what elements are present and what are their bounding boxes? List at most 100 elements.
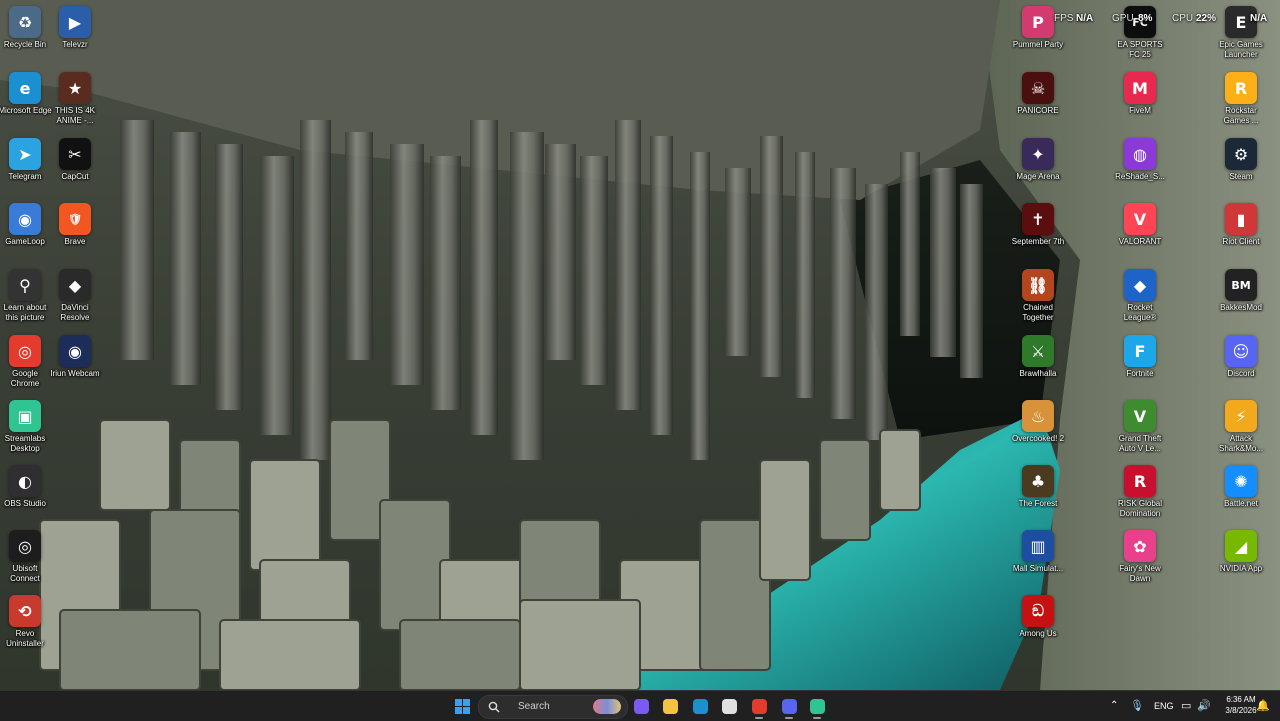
notification-bell-icon[interactable]: 🔔	[1256, 699, 1270, 712]
desktop-icon-the-forest[interactable]: ♣ The Forest	[1010, 465, 1066, 509]
desktop-icon-ubisoft[interactable]: ◎ Ubisoft Connect	[0, 530, 53, 583]
reshade-icon: ◍	[1124, 138, 1156, 170]
taskbar-search-box[interactable]: Search	[478, 695, 628, 719]
search-highlight-image[interactable]	[593, 699, 621, 714]
desktop-icon-davinci-resolve[interactable]: ◆ DaVinci Resolve	[47, 269, 103, 322]
desktop-icon-discord[interactable]: ☺ Discord	[1213, 335, 1269, 379]
desktop-icon-mall-simulator[interactable]: ▥ Mall Simulat...	[1010, 530, 1066, 574]
desktop-icon-revo-uninstaller[interactable]: ⟲ Revo Uninstaller	[0, 595, 53, 648]
chrome-icon: ◎	[9, 335, 41, 367]
desktop-icon-label: Fairy's New Dawn	[1119, 564, 1161, 583]
desktop-icon-label: Riot Client	[1222, 237, 1260, 246]
desktop-icon-rockstar[interactable]: R Rockstar Games ...	[1213, 72, 1269, 125]
basalt-column	[725, 168, 751, 356]
desktop-icon-telegram[interactable]: ➤ Telegram	[0, 138, 53, 182]
desktop-icon-gameloop[interactable]: ◉ GameLoop	[0, 203, 53, 247]
fairys-new-dawn-icon: ✿	[1124, 530, 1156, 562]
desktop-icon-chrome[interactable]: ◎ Google Chrome	[0, 335, 53, 388]
taskbar-copilot[interactable]	[630, 696, 652, 716]
taskbar-chrome[interactable]	[748, 696, 770, 719]
desktop-icon-label: Telegram	[8, 172, 42, 181]
taskbar-edge[interactable]	[689, 696, 711, 716]
language-indicator[interactable]: ENG	[1154, 701, 1174, 711]
taskbar-microsoft-store[interactable]	[718, 696, 740, 716]
desktop-icon-label: Microsoft Edge	[0, 106, 52, 115]
desktop-icon-chained-together[interactable]: ⛓ Chained Together	[1010, 269, 1066, 322]
desktop-icon-label: Ubisoft Connect	[10, 564, 40, 583]
basalt-column	[760, 136, 783, 377]
fortnite-icon: F	[1124, 335, 1156, 367]
basalt-column	[390, 144, 424, 385]
edge-icon: e	[9, 72, 41, 104]
among-us-icon: ඞ	[1022, 595, 1054, 627]
attack-shark-icon: ⚡	[1225, 400, 1257, 432]
desktop-icon-obs[interactable]: ◐ OBS Studio	[0, 465, 53, 509]
desktop-icon-anime-shortcut[interactable]: ★ THIS IS 4K ANIME -...	[47, 72, 103, 125]
desktop-icon-label: DaVinci Resolve	[60, 303, 90, 322]
desktop-icon-september-7th[interactable]: ✝ September 7th	[1010, 203, 1066, 247]
desktop-icon-fivem[interactable]: M FiveM	[1112, 72, 1168, 116]
desktop-icon-recycle-bin[interactable]: ♻ Recycle Bin	[0, 6, 53, 50]
desktop-icon-streamlabs[interactable]: ▣ Streamlabs Desktop	[0, 400, 53, 453]
desktop-icon-capcut[interactable]: ✂ CapCut	[47, 138, 103, 182]
desktop-icon-gta-v[interactable]: V Grand Theft Auto V Le...	[1112, 400, 1168, 453]
desktop-icon-label: ReShade_S...	[1115, 172, 1165, 181]
televzr-icon: ▶	[59, 6, 91, 38]
volume-icon[interactable]: 🔊	[1197, 699, 1211, 712]
taskbar-discord[interactable]	[778, 696, 800, 719]
basalt-column	[900, 152, 920, 336]
basalt-column	[170, 132, 201, 385]
desktop-icon-battlenet[interactable]: ✺ Battle.net	[1213, 465, 1269, 509]
desktop-icon-bakkesmod[interactable]: BM BakkesMod	[1213, 269, 1269, 313]
desktop-icon-label: Attack Shark&Mo...	[1218, 434, 1263, 453]
desktop-icon-rocket-league[interactable]: ◆ Rocket League®	[1112, 269, 1168, 322]
windows-logo-icon	[454, 698, 470, 714]
desktop-icon-brawlhalla[interactable]: ⚔ Brawlhalla	[1010, 335, 1066, 379]
desktop-icon-among-us[interactable]: ඞ Among Us	[1010, 595, 1066, 639]
desktop-icon-televzr[interactable]: ▶ Televzr	[47, 6, 103, 50]
desktop-icon-mage-arena[interactable]: ✦ Mage Arena	[1010, 138, 1066, 182]
desktop-icon-attack-shark[interactable]: ⚡ Attack Shark&Mo...	[1213, 400, 1269, 453]
basalt-column	[470, 120, 498, 435]
desktop-icon-panicore[interactable]: ☠ PANICORE	[1010, 72, 1066, 116]
network-icon[interactable]: ▭	[1181, 699, 1191, 712]
desktop-icon-label: EA SPORTS FC 25	[1117, 40, 1163, 59]
basalt-column	[690, 152, 710, 460]
telegram-icon: ➤	[9, 138, 41, 170]
stepping-stone	[819, 439, 871, 541]
desktop-icon-label: Fortnite	[1126, 369, 1154, 378]
desktop-icon-valorant[interactable]: V VALORANT	[1112, 203, 1168, 247]
gpu-value: 8%	[1138, 13, 1153, 24]
overcooked-icon: ♨	[1022, 400, 1054, 432]
fps-label: FPS	[1054, 13, 1074, 24]
desktop-icon-steam[interactable]: ⚙ Steam	[1213, 138, 1269, 182]
desktop-icon-riot-client[interactable]: ▮ Riot Client	[1213, 203, 1269, 247]
desktop-icon-learn-picture[interactable]: ⚲ Learn about this picture	[0, 269, 53, 322]
basalt-column	[580, 156, 608, 385]
desktop-icon-label: PANICORE	[1017, 106, 1059, 115]
desktop-icon-label: Mall Simulat...	[1012, 564, 1064, 573]
desktop-icon-label: Televzr	[62, 40, 88, 49]
desktop-icon-risk[interactable]: R RISK Global Domination	[1112, 465, 1168, 518]
desktop-icon-label: Brave	[64, 237, 86, 246]
desktop-icon-label: Mage Arena	[1016, 172, 1060, 181]
desktop-icon-label: Rockstar Games ...	[1223, 106, 1259, 125]
desktop-icon-label: NVIDIA App	[1219, 564, 1263, 573]
desktop-icon-fairys-new-dawn[interactable]: ✿ Fairy's New Dawn	[1112, 530, 1168, 583]
desktop-icon-brave[interactable]: 🛡 Brave	[47, 203, 103, 247]
basalt-column	[960, 184, 983, 378]
rockstar-icon: R	[1225, 72, 1257, 104]
desktop-icon-edge[interactable]: e Microsoft Edge	[0, 72, 53, 116]
show-hidden-icons-chevron-icon[interactable]: ⌃	[1110, 700, 1118, 711]
discord-icon	[781, 698, 797, 714]
desktop-icon-overcooked[interactable]: ♨ Overcooked! 2	[1010, 400, 1066, 444]
taskbar-start-button[interactable]	[451, 696, 473, 716]
microphone-icon[interactable]: 🎙	[1130, 699, 1144, 712]
desktop-icon-label: Steam	[1229, 172, 1253, 181]
taskbar-file-explorer[interactable]	[659, 696, 681, 716]
desktop-icon-fortnite[interactable]: F Fortnite	[1112, 335, 1168, 379]
desktop-icon-nvidia[interactable]: ◢ NVIDIA App	[1213, 530, 1269, 574]
taskbar-streamlabs[interactable]	[806, 696, 828, 719]
desktop-icon-reshade[interactable]: ◍ ReShade_S...	[1112, 138, 1168, 182]
desktop-icon-iriun-webcam[interactable]: ◉ Iriun Webcam	[47, 335, 103, 379]
